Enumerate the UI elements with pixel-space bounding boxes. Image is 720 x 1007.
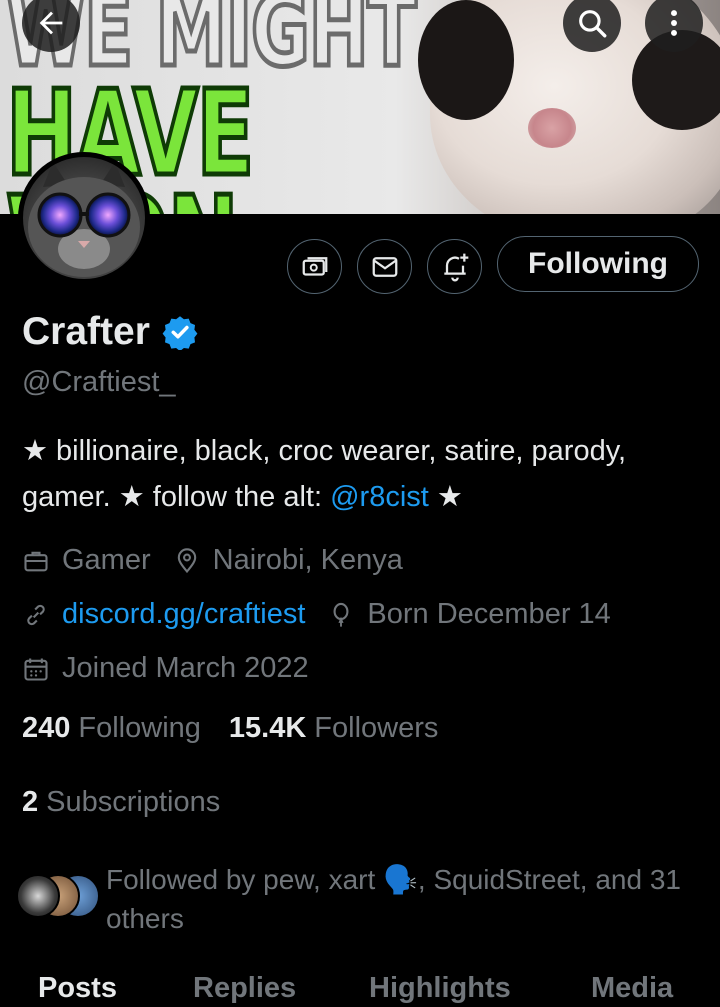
tab-replies[interactable]: Replies <box>193 972 296 1005</box>
profile-website[interactable]: discord.gg/craftiest <box>22 598 305 631</box>
profile-meta-row-1: Gamer Nairobi, Kenya <box>22 544 425 577</box>
birthday-text: Born December 14 <box>367 598 611 630</box>
tab-posts[interactable]: Posts <box>38 972 117 1005</box>
cat-with-galaxy-glasses-image <box>28 162 140 277</box>
hamster-nose <box>528 108 576 148</box>
profile-page: WE MIGHT HAVE WON.. <box>0 0 720 1007</box>
profile-bio: ★ billionaire, black, croc wearer, satir… <box>22 428 702 520</box>
bio-mention-link[interactable]: @r8cist <box>330 481 429 513</box>
arrow-left-icon <box>39 11 63 35</box>
message-button[interactable] <box>357 239 412 294</box>
briefcase-icon <box>24 551 48 571</box>
profile-location: Nairobi, Kenya <box>173 544 403 577</box>
followers-stat-link[interactable]: 15.4K Followers <box>229 712 438 745</box>
joined-text: Joined March 2022 <box>62 652 309 684</box>
avatar[interactable] <box>18 152 150 284</box>
calendar-icon <box>24 658 48 681</box>
profile-meta-row-3: Joined March 2022 <box>22 652 331 685</box>
following-button[interactable]: Following <box>497 236 699 292</box>
envelope-icon <box>372 256 397 277</box>
profile-name: Crafter <box>22 310 150 353</box>
profile-name-row: Crafter <box>22 310 198 354</box>
profile-tabs: Posts Replies Highlights Media <box>0 972 720 1007</box>
profile-handle: @Craftiest_ <box>22 366 176 398</box>
followed-by-avatars <box>16 874 104 922</box>
followers-count: 15.4K <box>228 712 307 744</box>
more-vertical-icon <box>671 10 677 36</box>
profile-meta-row-2: discord.gg/craftiest Born December 14 <box>22 598 633 631</box>
verified-badge-icon[interactable] <box>162 314 198 350</box>
category-text: Gamer <box>62 544 151 576</box>
bell-plus-icon <box>443 253 468 281</box>
profile-birthday: Born December 14 <box>327 598 611 631</box>
website-link[interactable]: discord.gg/craftiest <box>62 598 305 631</box>
followed-by-text: Followed by pew, xart 🗣️, SquidStreet, a… <box>106 864 681 934</box>
search-icon <box>579 10 607 38</box>
bio-text: ★ billionaire, black, croc wearer, satir… <box>22 435 627 513</box>
tab-media[interactable]: Media <box>591 972 673 1005</box>
follower-avatar-1 <box>16 874 60 918</box>
tab-highlights[interactable]: Highlights <box>369 972 511 1005</box>
bio-text-end: ★ <box>428 481 463 513</box>
link-icon <box>27 604 45 625</box>
location-pin-icon <box>177 547 196 573</box>
location-text: Nairobi, Kenya <box>212 544 403 576</box>
following-count: 240 <box>22 712 71 744</box>
subscriptions-link[interactable]: 2 Subscriptions <box>22 786 220 819</box>
money-icon <box>302 256 327 276</box>
subscriptions-count: 2 <box>22 786 39 818</box>
notifications-button[interactable] <box>427 239 482 294</box>
following-label: Following <box>78 712 201 744</box>
subscriptions-label: Subscriptions <box>46 786 221 818</box>
profile-joined: Joined March 2022 <box>22 652 309 685</box>
subscribe-button[interactable] <box>287 239 342 294</box>
follow-stats: 240 Following 15.4K Followers <box>22 712 466 745</box>
balloon-icon <box>333 602 349 627</box>
followers-label: Followers <box>314 712 439 744</box>
followed-by-row[interactable]: Followed by pew, xart 🗣️, SquidStreet, a… <box>16 860 706 938</box>
following-stat-link[interactable]: 240 Following <box>22 712 201 745</box>
profile-category: Gamer <box>22 544 151 577</box>
